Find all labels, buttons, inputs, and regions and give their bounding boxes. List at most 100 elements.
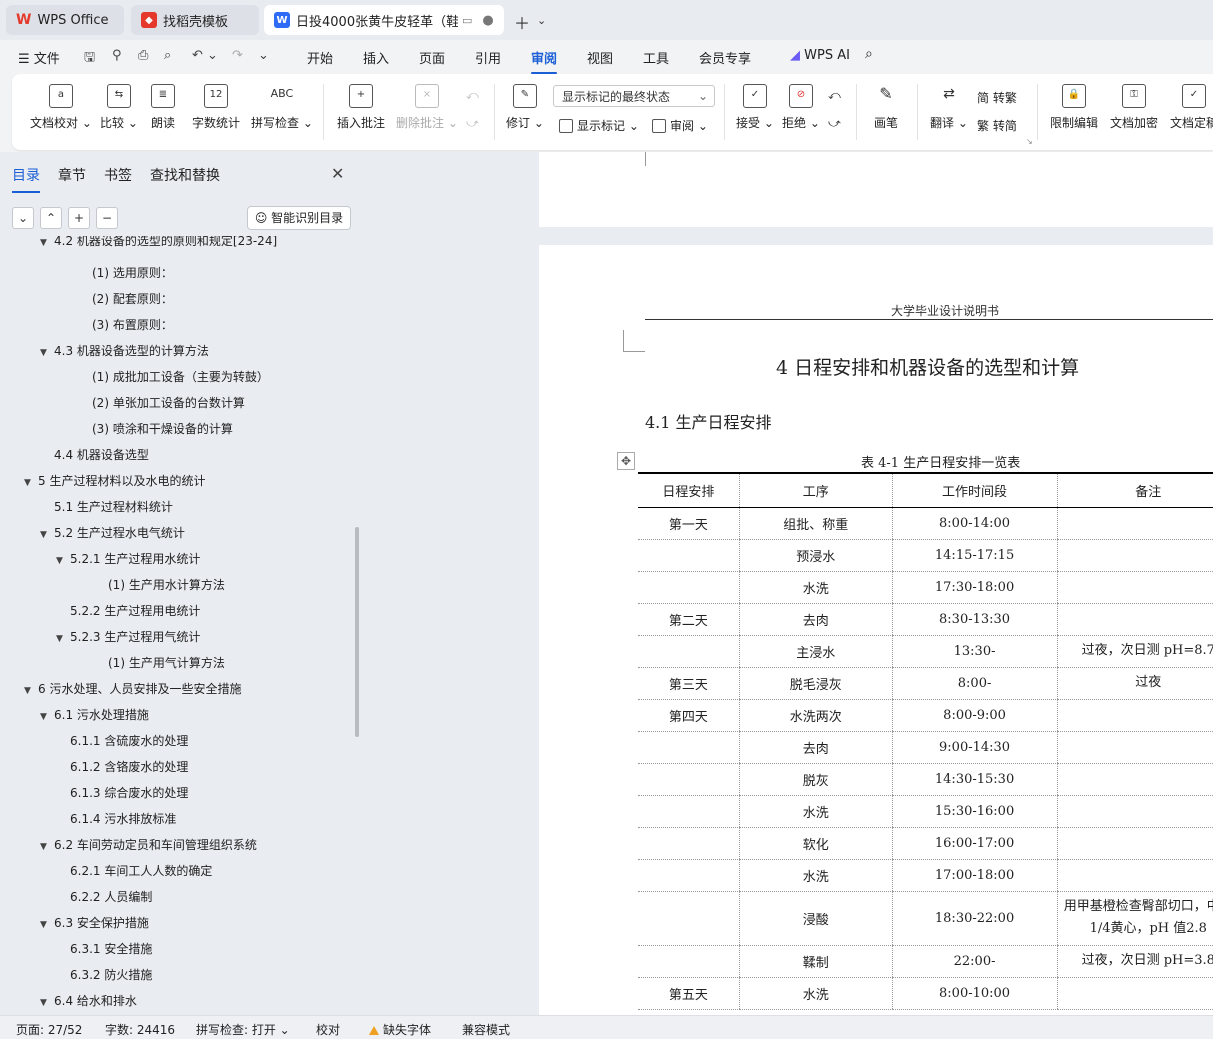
menu-reference[interactable]: 引用 (475, 48, 501, 67)
prev-comment-icon[interactable]: ⤺ (466, 88, 479, 103)
toc-item[interactable]: (2) 单张加工设备的台数计算 (78, 394, 245, 411)
markup-state-select[interactable]: 显示标记的最终状态 ⌄ (553, 85, 715, 107)
menu-tools[interactable]: 工具 (643, 48, 669, 67)
delete-comment-button[interactable]: × 删除批注 ⌄ (396, 84, 458, 131)
tab-wps-office[interactable]: W WPS Office (6, 5, 124, 35)
toc-item[interactable]: ▼ 5.2 生产过程水电气统计 (40, 524, 185, 541)
toc-item[interactable]: ▼ 5.2.1 生产过程用水统计 (56, 550, 200, 567)
toc-item[interactable]: (1) 选用原则： (78, 264, 173, 281)
tab-find-replace[interactable]: 查找和替换 (150, 165, 220, 185)
prev-revision-icon[interactable]: ⤺ (828, 88, 841, 103)
reject-button[interactable]: ⊘ 拒绝 ⌄ (782, 84, 820, 131)
expand-triangle-icon[interactable]: ▼ (40, 238, 54, 248)
finalize-button[interactable]: ✓ 文档定稿 (1170, 84, 1213, 131)
toc-item[interactable]: 6.3.2 防火措施 (56, 966, 152, 983)
translate-button[interactable]: ⇄ 翻译 ⌄ (930, 84, 968, 131)
search-icon[interactable]: ⌕ (865, 46, 873, 62)
wps-ai-button[interactable]: ◢ WPS AI (790, 48, 850, 63)
smart-toc-button[interactable]: ☺ 智能识别目录 (247, 206, 351, 230)
collapse-up-icon[interactable]: ⌃ (40, 207, 62, 229)
toc-item[interactable]: 6.1.4 污水排放标准 (56, 810, 176, 827)
menu-member[interactable]: 会员专享 (699, 48, 751, 67)
dialog-launcher-icon[interactable]: ↘ (1026, 137, 1033, 146)
doc-check-button[interactable]: a 文档校对 ⌄ (30, 84, 92, 131)
print-icon[interactable]: ⎙ (138, 48, 148, 63)
close-icon[interactable]: ✕ (331, 164, 344, 183)
toc-item[interactable]: 6.2.1 车间工人人数的确定 (56, 862, 212, 879)
menu-review[interactable]: 审阅 (531, 48, 558, 74)
insert-comment-button[interactable]: + 插入批注 (337, 84, 385, 131)
show-markup-button[interactable]: 显示标记 ⌄ (559, 117, 639, 134)
menu-page[interactable]: 页面 (419, 48, 445, 67)
share-icon[interactable]: ⚲ (112, 48, 122, 63)
toc-scrollbar[interactable] (355, 527, 359, 737)
remove-level-icon[interactable]: − (96, 207, 118, 229)
expand-triangle-icon[interactable]: ▼ (40, 920, 54, 930)
proof-status[interactable]: 校对 (316, 1021, 340, 1038)
save-icon[interactable]: 🖫 (84, 48, 95, 70)
expand-triangle-icon[interactable]: ▼ (56, 634, 70, 644)
spell-check-status[interactable]: 拼写检查: 打开 ⌄ (196, 1021, 290, 1038)
toc-item[interactable]: ▼ 5 生产过程材料以及水电的统计 (24, 472, 205, 489)
expand-triangle-icon[interactable]: ▼ (40, 998, 54, 1008)
menu-insert[interactable]: 插入 (363, 48, 389, 67)
toc-item[interactable]: ▼ 4.2 机器设备的选型的原则和规定[23-24] (40, 236, 277, 249)
toc-item[interactable]: (1) 生产用水计算方法 (94, 576, 225, 593)
print-preview-icon[interactable]: ⌕ (164, 48, 171, 63)
file-menu[interactable]: ☰ 文件 (18, 48, 60, 67)
next-comment-icon[interactable]: ⤻ (466, 116, 479, 131)
expand-triangle-icon[interactable]: ▼ (56, 556, 70, 566)
tab-close-dot-icon[interactable]: ● (482, 13, 493, 28)
toc-item[interactable]: (3) 喷涂和干燥设备的计算 (78, 420, 233, 437)
new-tab-plus-icon[interactable]: ＋ (514, 10, 530, 34)
encrypt-button[interactable]: ⚿ 文档加密 (1110, 84, 1158, 131)
expand-triangle-icon[interactable]: ▼ (40, 842, 54, 852)
add-level-icon[interactable]: + (68, 207, 90, 229)
missing-font-status[interactable]: 缺失字体 (369, 1021, 431, 1038)
tab-template[interactable]: ◆ 找稻壳模板 (131, 5, 259, 35)
toc-item[interactable]: 4.4 机器设备选型 (40, 446, 149, 463)
toc-item[interactable]: 6.1.1 含硫废水的处理 (56, 732, 188, 749)
more-chevron-icon[interactable]: ⌄ (258, 48, 269, 63)
expand-triangle-icon[interactable]: ▼ (40, 712, 54, 722)
undo-icon[interactable]: ↶ ⌄ (192, 48, 218, 63)
to-simplified-button[interactable]: 繁 转简 (977, 117, 1017, 134)
expand-triangle-icon[interactable]: ▼ (40, 530, 54, 540)
toc-item[interactable]: ▼ 5.2.3 生产过程用气统计 (56, 628, 200, 645)
toc-item[interactable]: ▼ 4.3 机器设备选型的计算方法 (40, 342, 209, 359)
collapse-down-icon[interactable]: ⌄ (12, 207, 34, 229)
read-aloud-button[interactable]: ≣ 朗读 (151, 84, 175, 131)
menu-view[interactable]: 视图 (587, 48, 613, 67)
toc-item[interactable]: ▼ 6.2 车间劳动定员和车间管理组织系统 (40, 836, 257, 853)
table-move-handle-icon[interactable]: ✥ (617, 452, 635, 470)
toc-item[interactable]: 5.2.2 生产过程用电统计 (56, 602, 200, 619)
toc-item[interactable]: 6.2.2 人员编制 (56, 888, 152, 905)
toc-item[interactable]: ▼ 6.1 污水处理措施 (40, 706, 149, 723)
review-pane-button[interactable]: 审阅 ⌄ (652, 117, 708, 134)
toc-item[interactable]: ▼ 6 污水处理、人员安排及一些安全措施 (24, 680, 241, 697)
menu-start[interactable]: 开始 (307, 48, 333, 67)
toc-item[interactable]: (1) 生产用气计算方法 (94, 654, 225, 671)
toc-item[interactable]: (2) 配套原则： (78, 290, 173, 307)
page-indicator[interactable]: 页面: 27/52 (16, 1021, 82, 1038)
word-count-button[interactable]: 12 字数统计 (192, 84, 240, 131)
toc-item[interactable]: 5.1 生产过程材料统计 (40, 498, 173, 515)
tab-document[interactable]: W 日投4000张黄牛皮轻革（鞋面 ▭ ● (264, 5, 504, 35)
tab-bookmarks[interactable]: 书签 (104, 165, 132, 185)
restrict-edit-button[interactable]: 🔒 限制编辑 (1050, 84, 1098, 131)
pen-button[interactable]: ✎ 画笔 (874, 84, 898, 131)
toc-item[interactable]: (3) 布置原则： (78, 316, 173, 333)
toc-item[interactable]: 6.1.3 综合废水的处理 (56, 784, 188, 801)
expand-triangle-icon[interactable]: ▼ (24, 686, 38, 696)
toc-item[interactable]: ▼ 6.4 给水和排水 (40, 992, 137, 1009)
spell-check-button[interactable]: ABC 拼写检查 ⌄ (251, 84, 313, 131)
toc-item[interactable]: 6.3.1 安全措施 (56, 940, 152, 957)
next-revision-icon[interactable]: ⤻ (828, 116, 841, 131)
redo-icon[interactable]: ↷ (232, 48, 243, 63)
tab-list-chevron-icon[interactable]: ⌄ (537, 14, 546, 27)
toc-item[interactable]: ▼ 6.3 安全保护措施 (40, 914, 149, 931)
accept-button[interactable]: ✓ 接受 ⌄ (736, 84, 774, 131)
toc-item[interactable]: (1) 成批加工设备（主要为转鼓） (78, 368, 269, 385)
expand-triangle-icon[interactable]: ▼ (40, 348, 54, 358)
expand-triangle-icon[interactable]: ▼ (24, 478, 38, 488)
